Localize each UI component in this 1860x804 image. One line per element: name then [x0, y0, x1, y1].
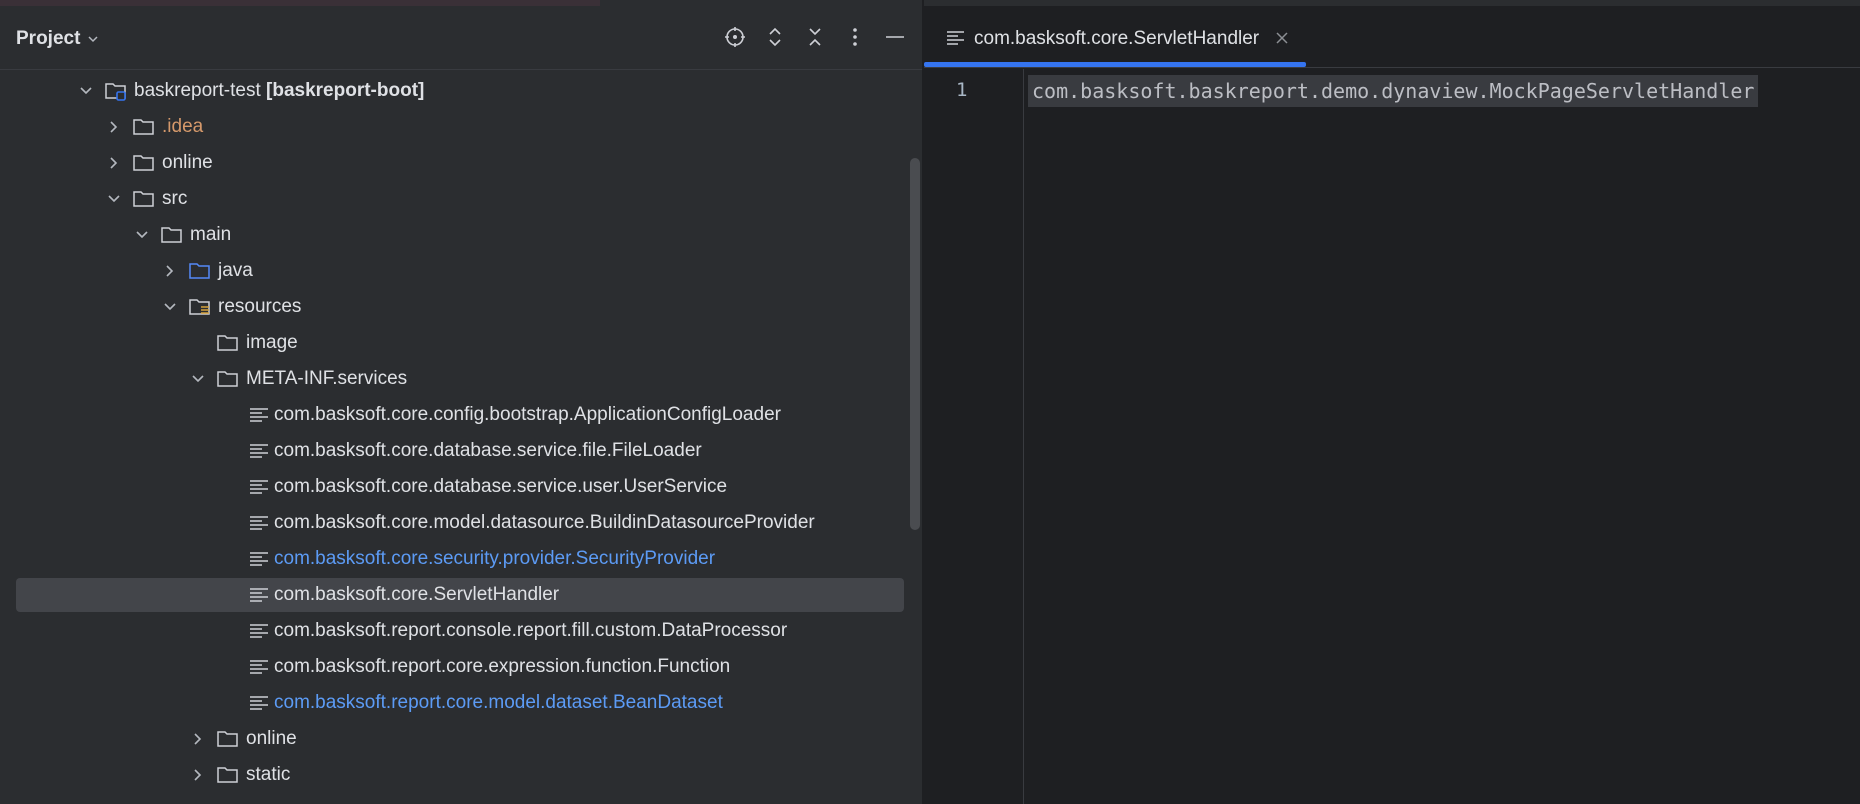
text-file-icon — [250, 696, 268, 710]
chevron-right-icon[interactable] — [190, 767, 206, 783]
text-file-icon — [250, 588, 268, 602]
tree-node-resources[interactable]: resources — [16, 290, 904, 324]
text-file-icon — [947, 31, 964, 45]
chevron-down-icon[interactable] — [106, 191, 122, 207]
line-number: 1 — [956, 79, 968, 101]
tree-label-main: main — [190, 224, 232, 245]
text-file-icon — [250, 660, 268, 674]
editor-tab-label: com.basksoft.core.ServletHandler — [974, 28, 1260, 49]
folder-icon — [217, 335, 238, 351]
expand-all-icon[interactable] — [764, 26, 786, 48]
tree-label-src: src — [162, 188, 188, 209]
tree-node-service-file[interactable]: com.basksoft.core.config.bootstrap.Appli… — [16, 398, 904, 432]
module-name: baskreport-test — [134, 80, 261, 101]
chevron-down-icon[interactable] — [162, 299, 178, 315]
tree-node-online[interactable]: online — [16, 146, 904, 180]
chevron-right-icon[interactable] — [162, 263, 178, 279]
folder-icon — [217, 767, 238, 783]
text-file-icon — [250, 552, 268, 566]
tree-node-service-file[interactable]: com.basksoft.report.core.model.dataset.B… — [16, 686, 904, 720]
editor-tab-bar: com.basksoft.core.ServletHandler — [924, 6, 1860, 68]
tree-label-service-file: com.basksoft.core.database.service.file.… — [274, 440, 702, 461]
source-folder-icon — [189, 263, 210, 279]
text-file-icon — [250, 624, 268, 638]
tree-node-service-file[interactable]: com.basksoft.core.database.service.file.… — [16, 434, 904, 468]
tree-label-service-file: com.basksoft.core.database.service.user.… — [274, 476, 728, 497]
editor-tab-active[interactable]: com.basksoft.core.ServletHandler — [924, 6, 1306, 68]
code-line[interactable]: com.basksoft.baskreport.demo.dynaview.Mo… — [1028, 75, 1759, 107]
tree-label-service-file: com.basksoft.core.model.datasource.Build… — [274, 512, 815, 533]
module-folder-icon — [105, 83, 126, 101]
tree-label-service-file: com.basksoft.report.core.model.dataset.B… — [274, 692, 723, 713]
tree-node-meta-inf[interactable]: META-INF.services — [16, 362, 904, 396]
tree-node-module-root[interactable]: baskreport-test [baskreport-boot] — [16, 74, 904, 108]
folder-icon — [217, 731, 238, 747]
tree-label-online: online — [162, 152, 213, 173]
tree-node-static[interactable]: static — [16, 758, 904, 792]
tree-node-service-file[interactable]: com.basksoft.core.model.datasource.Build… — [16, 506, 904, 540]
collapse-all-icon[interactable] — [804, 26, 826, 48]
module-label: [baskreport-boot] — [266, 80, 425, 101]
chevron-right-icon[interactable] — [106, 119, 122, 135]
tree-node-service-file[interactable]: com.basksoft.report.console.report.fill.… — [16, 614, 904, 648]
folder-icon — [217, 371, 238, 387]
text-file-icon — [250, 408, 268, 422]
chevron-down-icon[interactable] — [190, 371, 206, 387]
tree-node-java[interactable]: java — [16, 254, 904, 288]
tree-label-online-resources: online — [246, 728, 297, 749]
editor-area: com.basksoft.core.ServletHandler 1 com.b… — [924, 6, 1860, 804]
project-view-selector[interactable]: Project — [16, 28, 100, 50]
folder-icon — [133, 119, 154, 135]
folder-icon — [161, 227, 182, 243]
tree-label-service-file: com.basksoft.core.security.provider.Secu… — [274, 548, 716, 569]
tree-node-idea[interactable]: .idea — [16, 110, 904, 144]
chevron-down-icon — [88, 36, 98, 43]
locate-icon[interactable] — [724, 26, 746, 48]
tree-node-service-file[interactable]: com.basksoft.core.database.service.user.… — [16, 470, 904, 504]
active-tab-indicator — [924, 62, 1306, 67]
chevron-down-icon[interactable] — [78, 83, 94, 99]
resources-folder-icon — [189, 299, 210, 315]
tree-node-service-file[interactable]: com.basksoft.core.security.provider.Secu… — [16, 542, 904, 576]
tree-label-service-file: com.basksoft.report.core.expression.func… — [274, 656, 731, 677]
tree-label-java: java — [218, 260, 253, 281]
tree-label-service-file: com.basksoft.report.console.report.fill.… — [274, 620, 788, 641]
tree-node-src[interactable]: src — [16, 182, 904, 216]
tree-label-resources: resources — [218, 296, 302, 317]
line-number-gutter: 1 — [924, 69, 1024, 804]
tree-label-service-file: com.basksoft.core.config.bootstrap.Appli… — [274, 404, 781, 425]
text-file-icon — [250, 480, 268, 494]
chevron-down-icon[interactable] — [134, 227, 150, 243]
chevron-right-icon[interactable] — [190, 731, 206, 747]
text-file-icon — [250, 516, 268, 530]
tree-label-idea: .idea — [162, 116, 204, 137]
tree-scrollbar[interactable] — [910, 158, 920, 530]
tree-label-service-file: com.basksoft.core.ServletHandler — [274, 584, 560, 605]
tree-label-image: image — [246, 332, 298, 353]
project-panel-header: Project — [0, 6, 922, 70]
tree-node-service-file[interactable]: com.basksoft.report.core.expression.func… — [16, 650, 904, 684]
text-file-icon — [250, 444, 268, 458]
project-title: Project — [16, 28, 81, 49]
close-icon[interactable] — [1274, 30, 1290, 46]
tree-label-static: static — [246, 764, 291, 785]
tree-node-image[interactable]: image — [16, 326, 904, 360]
tree-label-meta-inf: META-INF.services — [246, 368, 408, 389]
project-tool-window: Project baskreport-test [baskreport-boot… — [0, 6, 922, 804]
tree-node-main[interactable]: main — [16, 218, 904, 252]
chevron-right-icon[interactable] — [106, 155, 122, 171]
minimize-icon[interactable] — [884, 26, 906, 48]
more-options-icon[interactable] — [844, 26, 866, 48]
tree-node-service-file-selected[interactable]: com.basksoft.core.ServletHandler — [16, 578, 904, 612]
tree-node-online-resources[interactable]: online — [16, 722, 904, 756]
folder-icon — [133, 155, 154, 171]
folder-icon — [133, 191, 154, 207]
